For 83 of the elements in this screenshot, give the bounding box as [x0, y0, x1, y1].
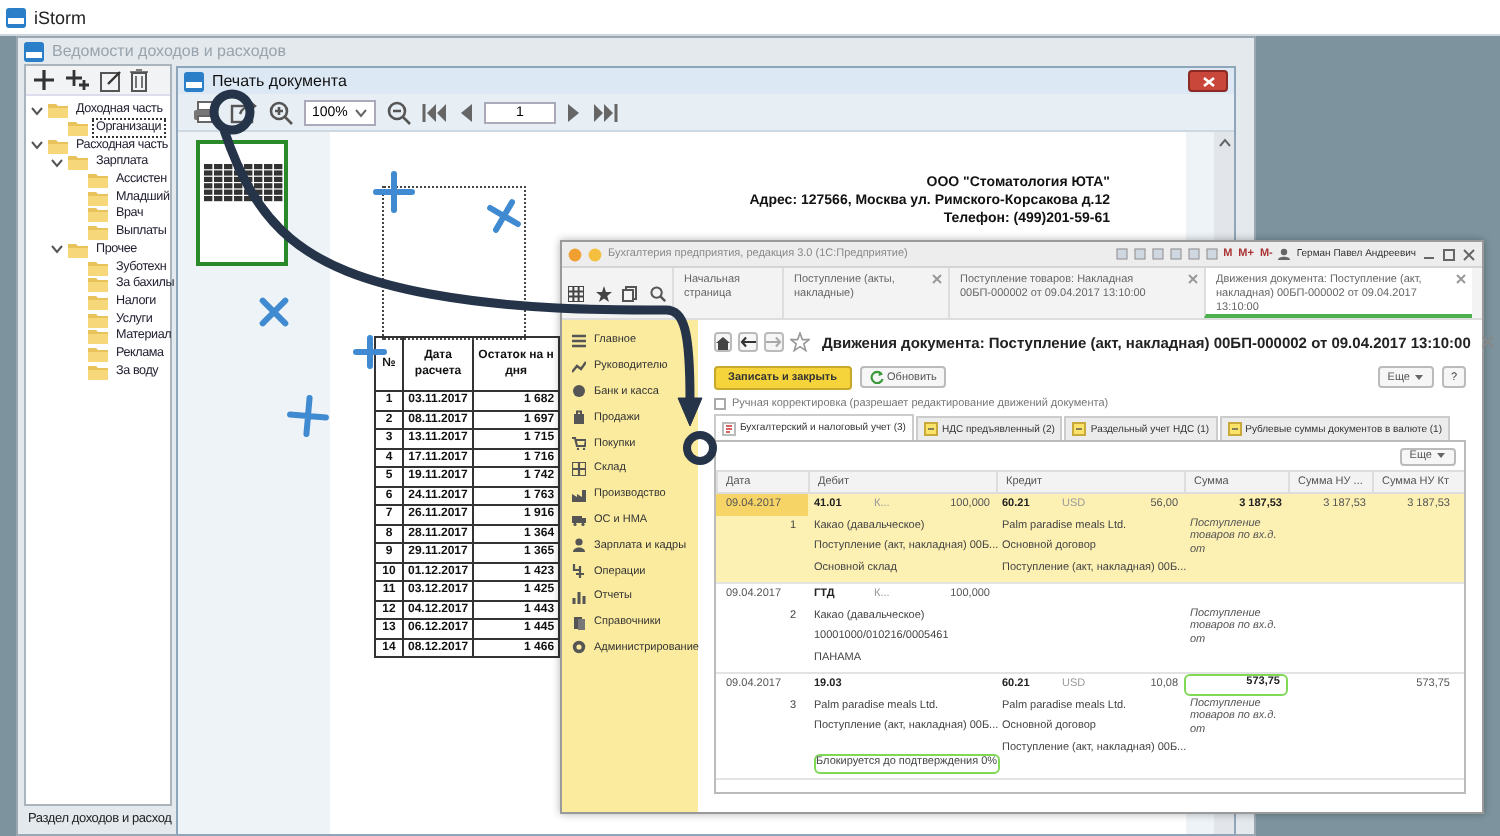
register-icon	[1227, 422, 1242, 436]
star-icon[interactable]	[790, 332, 810, 352]
caret-icon	[1414, 373, 1424, 381]
folder-icon	[48, 137, 68, 154]
scroll-up-icon[interactable]	[1217, 138, 1231, 148]
table-row[interactable]	[716, 674, 1464, 780]
folder-icon	[88, 293, 108, 310]
next-page-icon[interactable]	[565, 101, 582, 123]
section-icon	[572, 538, 586, 553]
chevron-icon[interactable]	[50, 155, 64, 170]
section-icon	[572, 410, 586, 425]
folder-icon	[88, 189, 108, 206]
refresh-icon	[869, 370, 884, 384]
user-icon	[1278, 248, 1291, 260]
folder-icon	[88, 172, 108, 189]
home-button[interactable]	[714, 332, 732, 352]
zoom-in-icon[interactable]	[268, 99, 294, 125]
close-icon[interactable]	[1456, 274, 1466, 284]
section-icon	[572, 487, 586, 502]
cross-mark	[287, 395, 329, 437]
close-icon	[1201, 75, 1215, 87]
add-icon[interactable]	[32, 68, 56, 92]
table-row[interactable]	[716, 494, 1464, 584]
section-icon	[572, 436, 586, 451]
folder-icon	[88, 363, 108, 380]
trash-icon[interactable]	[130, 68, 148, 92]
folder-icon	[68, 241, 88, 258]
cross-mark	[487, 199, 521, 233]
folder-icon	[88, 345, 108, 362]
app-title: iStorm	[34, 7, 87, 27]
previous-page-icon[interactable]	[457, 101, 474, 123]
zoom-out-icon[interactable]	[385, 99, 412, 125]
caret-icon	[1436, 452, 1446, 460]
home-icon	[716, 335, 730, 349]
app-icon	[184, 71, 204, 91]
cross-mark	[373, 171, 415, 213]
edit-icon[interactable]	[100, 69, 122, 91]
register-icon	[722, 421, 736, 435]
section-icon	[572, 461, 586, 476]
folder-icon	[88, 328, 108, 345]
circle-mark	[683, 431, 717, 465]
chevron-icon[interactable]	[50, 242, 64, 257]
folder-icon	[68, 120, 88, 137]
section-icon	[572, 333, 586, 348]
add-group-icon[interactable]	[64, 68, 92, 92]
page-thumbnail[interactable]	[196, 140, 288, 266]
first-page-icon[interactable]	[421, 101, 448, 123]
back-button[interactable]	[738, 332, 758, 352]
folder-icon	[68, 154, 88, 171]
folder-icon	[88, 206, 108, 223]
window-title: Печать документа	[212, 72, 347, 90]
search-icon[interactable]	[650, 285, 667, 301]
close-icon[interactable]	[1462, 247, 1476, 261]
register-icon	[1072, 422, 1087, 436]
forward-arrow-icon	[766, 336, 782, 348]
caret-icon	[353, 107, 368, 117]
close-icon[interactable]	[1188, 274, 1198, 284]
last-page-icon[interactable]	[591, 101, 618, 123]
maximize-icon[interactable]	[1442, 247, 1456, 261]
cross-mark	[259, 297, 289, 327]
section-icon	[572, 589, 586, 604]
pages-icon[interactable]	[622, 285, 639, 301]
checkbox[interactable]	[714, 397, 726, 409]
window-title: Ведомости доходов и расходов	[52, 42, 286, 60]
register-icon	[923, 422, 938, 436]
grid-icon[interactable]	[567, 285, 584, 301]
section-icon	[572, 564, 586, 579]
back-arrow-icon	[740, 336, 756, 348]
section-icon	[572, 512, 586, 527]
folder-icon	[48, 102, 68, 119]
folder-icon	[88, 311, 108, 328]
chevron-icon[interactable]	[30, 103, 44, 118]
folder-icon	[88, 224, 108, 241]
export-icon[interactable]	[230, 100, 258, 124]
close-icon[interactable]	[932, 274, 942, 284]
star-icon[interactable]	[595, 285, 612, 301]
close-button[interactable]	[1188, 70, 1228, 92]
folder-icon	[88, 259, 108, 276]
circle-mark	[209, 89, 255, 135]
cross-mark	[353, 335, 387, 369]
chevron-icon[interactable]	[30, 138, 44, 153]
app-icon	[6, 7, 26, 27]
folder-icon	[88, 276, 108, 293]
